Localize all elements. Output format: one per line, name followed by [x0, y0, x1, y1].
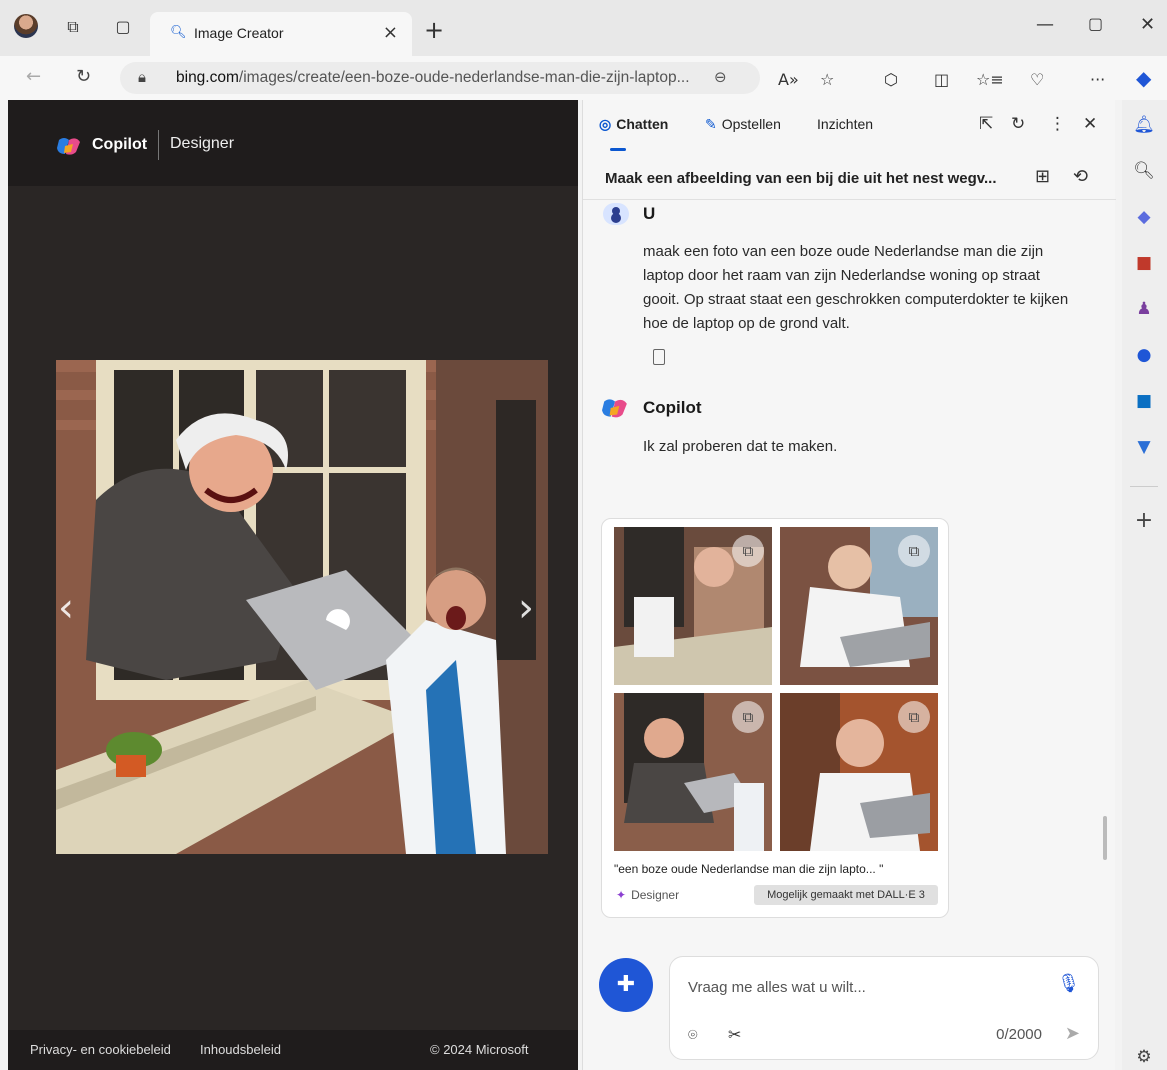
add-to-collection-icon[interactable]: ⧉	[898, 535, 930, 567]
more-options-icon[interactable]: ⋮	[1049, 114, 1066, 134]
brand-divider	[158, 130, 159, 160]
chat-input-placeholder: Vraag me alles wat u wilt...	[688, 979, 866, 996]
user-message: maak een foto van een boze oude Nederlan…	[643, 243, 1069, 332]
image-viewer: Copilot Designer ‹ › Privacy- en cookieb…	[8, 100, 578, 1070]
character-counter: 0/2000	[996, 1026, 1042, 1043]
screenshot-icon[interactable]: ✂	[728, 1025, 741, 1044]
notifications-icon[interactable]: 🔔︎	[1132, 114, 1156, 136]
dalle-badge: Mogelijk gemaakt met DALL·E 3	[754, 885, 938, 905]
image-thumbnail[interactable]: ⧉	[614, 527, 772, 685]
copilot-message: Ik zal proberen dat te maken.	[643, 438, 838, 455]
browser-essentials-icon[interactable]: ♡	[1030, 70, 1044, 89]
minimize-icon[interactable]: —	[1036, 14, 1054, 35]
conversation-header: Maak een afbeelding van een bij die uit …	[583, 156, 1116, 200]
image-result-card: ⧉ ⧉ ⧉ ⧉ "een boze oude Nederlandse man d…	[601, 518, 949, 918]
generated-image[interactable]	[56, 360, 548, 854]
copilot-toolbar-icon[interactable]: ◆	[1136, 66, 1151, 90]
address-bar[interactable]: 🔒︎ bing.com/images/create/een-boze-oude-…	[120, 62, 760, 94]
add-to-collection-icon[interactable]: ⧉	[898, 701, 930, 733]
url-text: bing.com/images/create/een-boze-oude-ned…	[176, 69, 690, 86]
brand-subtitle: Designer	[170, 135, 235, 152]
copilot-avatar-icon	[602, 399, 627, 418]
visual-search-icon[interactable]: ⌾	[688, 1025, 698, 1045]
navigation-bar: ← ↻ 🔒︎ bing.com/images/create/een-boze-o…	[0, 56, 1167, 100]
designer-icon: ✦	[616, 888, 627, 902]
footer: Privacy- en cookiebeleid Inhoudsbeleid ©…	[8, 1030, 578, 1070]
designer-source[interactable]: ✦ Designer	[616, 888, 679, 902]
copyright-text: © 2024 Microsoft	[430, 1042, 529, 1057]
microphone-icon[interactable]: 🎙︎	[1057, 973, 1080, 994]
new-topic-button[interactable]: ✚	[599, 958, 653, 1012]
conversation-title: Maak een afbeelding van een bij die uit …	[605, 170, 997, 187]
close-sidebar-icon[interactable]: ✕	[1083, 114, 1097, 134]
back-icon[interactable]: ←	[26, 66, 41, 87]
tab-image-creator[interactable]: 🔍︎ Image Creator ×	[150, 12, 412, 56]
add-to-collection-icon[interactable]: ⧉	[732, 701, 764, 733]
shopping-icon[interactable]: ◆	[1132, 206, 1156, 228]
new-tab-icon[interactable]: +	[424, 16, 444, 44]
image-thumbnail[interactable]: ⧉	[614, 693, 772, 851]
extensions-icon[interactable]: ⬡	[884, 70, 898, 89]
refresh-chat-icon[interactable]: ↻	[1011, 114, 1025, 134]
edge-sidebar: 🔔︎ 🔍︎ ◆ ■ ♟ ● ■ ▼ + ⚙	[1122, 100, 1167, 1070]
compose-icon: ✎	[705, 116, 717, 132]
scrollbar[interactable]	[1103, 816, 1107, 860]
more-menu-icon[interactable]: ···	[1090, 70, 1105, 89]
previous-image-arrow[interactable]: ‹	[58, 585, 74, 631]
close-tab-icon[interactable]: ×	[383, 22, 398, 43]
settings-gear-icon[interactable]: ⚙	[1132, 1046, 1156, 1068]
copilot-sidebar: ◎ Chatten ✎ Opstellen Inzichten ⇱ ↻ ⋮ ✕ Ma…	[582, 100, 1116, 1070]
favorite-star-icon[interactable]: ☆	[820, 70, 834, 89]
tab-actions-icon[interactable]: ▢	[114, 18, 132, 36]
microsoft-365-icon[interactable]: ●	[1132, 344, 1156, 366]
brand-name: Copilot	[92, 136, 148, 153]
tab-chat[interactable]: ◎ Chatten	[599, 116, 668, 133]
next-image-arrow[interactable]: ›	[518, 585, 534, 631]
tools-icon[interactable]: ■	[1132, 252, 1156, 274]
copilot-name: Copilot	[643, 398, 702, 417]
copy-icon[interactable]	[653, 349, 665, 365]
lock-icon[interactable]: 🔒︎	[138, 68, 146, 86]
image-thumbnail[interactable]: ⧉	[780, 693, 938, 851]
chat-icon: ◎	[599, 116, 612, 132]
active-tab-indicator	[610, 148, 626, 151]
refresh-icon[interactable]: ↻	[76, 66, 91, 87]
image-thumbnail[interactable]: ⧉	[780, 527, 938, 685]
user-name: U	[643, 204, 656, 223]
favorites-icon[interactable]: ☆≡	[976, 70, 1004, 89]
designer-header: Copilot Designer	[8, 100, 578, 186]
add-to-collection-icon[interactable]: ⧉	[732, 535, 764, 567]
games-icon[interactable]: ♟	[1132, 298, 1156, 320]
outlook-icon[interactable]: ■	[1132, 390, 1156, 412]
tab-title: Image Creator	[194, 25, 284, 41]
read-aloud-icon[interactable]: A»	[778, 70, 799, 89]
sidebar-tabs: ◎ Chatten ✎ Opstellen Inzichten ⇱ ↻ ⋮ ✕	[583, 100, 1116, 152]
add-icon[interactable]: +	[1132, 510, 1156, 532]
edge-sidebar-divider	[1130, 486, 1158, 487]
image-caption: "een boze oude Nederlandse man die zijn …	[614, 862, 884, 876]
maximize-icon[interactable]: ▢	[1088, 14, 1103, 33]
send-icon[interactable]: ➤	[1065, 1023, 1080, 1044]
profile-avatar[interactable]	[14, 14, 38, 38]
user-avatar	[603, 203, 629, 225]
tab-compose[interactable]: ✎ Opstellen	[705, 116, 781, 133]
chat-input[interactable]: Vraag me alles wat u wilt... 🎙︎ ⌾ ✂ 0/20…	[669, 956, 1099, 1060]
copilot-logo-icon	[57, 138, 80, 155]
open-in-new-icon[interactable]: ⇱	[979, 114, 993, 134]
split-screen-icon[interactable]: ◫	[934, 70, 949, 89]
search-sidebar-icon[interactable]: 🔍︎	[1132, 160, 1156, 182]
zoom-icon[interactable]: ⊖	[714, 68, 727, 86]
search-icon: 🔍︎	[170, 25, 187, 40]
history-icon[interactable]: ⟲	[1073, 166, 1088, 187]
close-window-icon[interactable]: ✕	[1140, 14, 1155, 35]
drop-icon[interactable]: ▼	[1132, 436, 1156, 458]
workspaces-icon[interactable]: ⧉	[64, 18, 82, 36]
content-policy-link[interactable]: Inhoudsbeleid	[200, 1042, 281, 1057]
tab-insights[interactable]: Inzichten	[817, 116, 873, 132]
plugins-icon[interactable]: ⊞	[1035, 166, 1050, 187]
privacy-link[interactable]: Privacy- en cookiebeleid	[30, 1042, 171, 1057]
